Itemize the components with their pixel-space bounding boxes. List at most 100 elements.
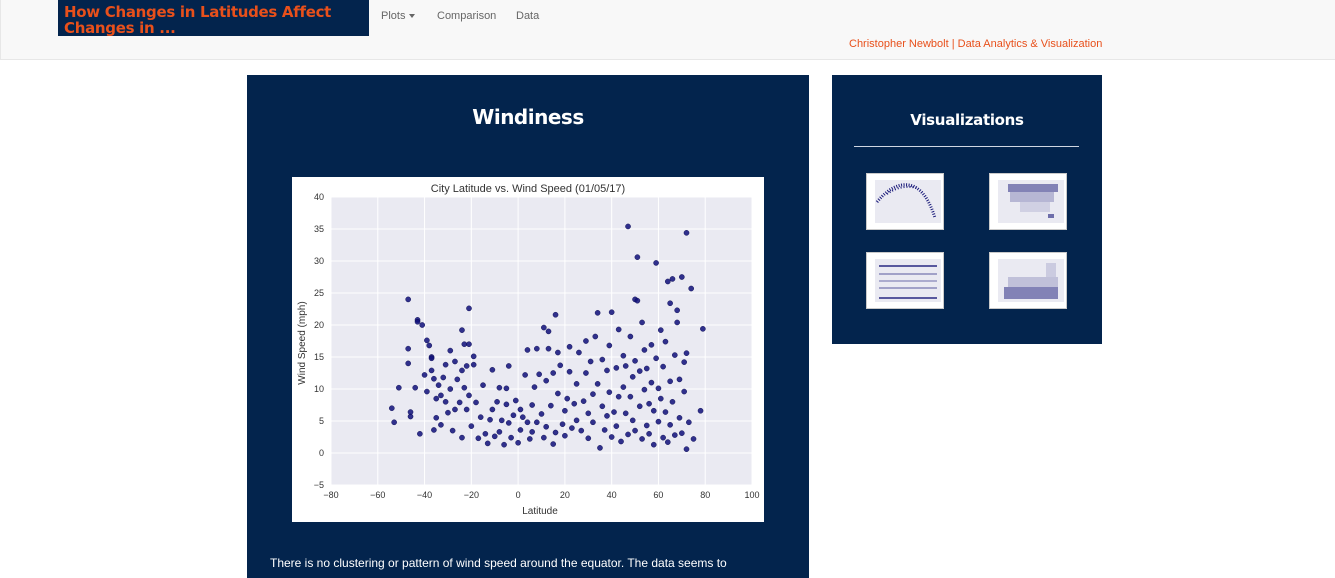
data-point [669, 398, 676, 405]
data-point [643, 422, 650, 429]
data-point [412, 384, 418, 391]
data-point [466, 341, 472, 347]
data-point [660, 363, 666, 370]
data-point [519, 414, 526, 420]
data-point [473, 399, 479, 406]
data-point [433, 395, 440, 402]
data-point [676, 414, 683, 421]
data-point [555, 349, 561, 356]
data-point [419, 322, 426, 328]
data-point [592, 333, 599, 340]
visualizations-panel: Visualizations [832, 75, 1102, 344]
data-point [447, 347, 454, 354]
data-point [531, 384, 538, 390]
brand-title[interactable]: How Changes in Latitudes Affect Changes … [58, 0, 369, 36]
nav-comparison[interactable]: Comparison [437, 10, 496, 22]
data-point [636, 403, 643, 410]
data-point [442, 361, 449, 368]
data-point [426, 342, 433, 349]
data-point [463, 406, 470, 413]
author-link[interactable]: Christopher Newbolt | Data Analytics & V… [849, 38, 1102, 50]
data-point [433, 414, 440, 421]
data-point [608, 434, 615, 440]
data-point [424, 388, 430, 395]
data-point [672, 432, 678, 438]
plot-area [331, 197, 752, 485]
data-point [571, 400, 578, 407]
data-point [405, 360, 411, 367]
data-point [456, 399, 463, 406]
data-point [573, 381, 580, 387]
data-point [466, 392, 472, 399]
thumbnail-cloudiness[interactable] [866, 252, 944, 309]
x-tick-label: 100 [744, 490, 759, 500]
data-point [503, 401, 510, 408]
data-point [667, 300, 673, 307]
data-point [566, 343, 573, 350]
data-point [496, 429, 503, 435]
data-point [655, 385, 662, 392]
data-point [667, 378, 673, 385]
data-point [545, 345, 552, 352]
data-point [613, 365, 620, 371]
x-tick-label: 80 [700, 490, 710, 500]
data-point [646, 400, 652, 407]
data-point [606, 389, 613, 395]
data-point [653, 260, 659, 266]
y-tick-label: 20 [314, 320, 324, 330]
data-point [414, 318, 421, 325]
data-point [559, 421, 566, 427]
data-point [681, 388, 687, 395]
data-point [564, 395, 571, 402]
nav-plots-dropdown[interactable]: Plots [381, 10, 416, 22]
data-point [683, 350, 690, 356]
data-point [522, 372, 528, 378]
data-point [679, 430, 685, 436]
data-point [585, 410, 592, 417]
data-point [622, 410, 629, 417]
data-point [424, 337, 430, 344]
data-point [629, 374, 636, 380]
data-point [585, 435, 592, 442]
data-point [667, 422, 673, 428]
data-point [681, 359, 687, 365]
divider [854, 146, 1079, 147]
data-point [594, 381, 601, 387]
data-point [615, 326, 622, 333]
nav-data[interactable]: Data [516, 10, 539, 22]
data-point [700, 326, 706, 332]
data-point [445, 409, 451, 416]
data-point [625, 431, 631, 438]
main-panel-title: Windiness [472, 105, 584, 129]
y-tick-label: 15 [314, 352, 324, 362]
data-point [431, 375, 437, 382]
data-point [548, 402, 554, 409]
data-point [615, 393, 622, 400]
data-point [452, 358, 458, 365]
data-point [686, 419, 692, 426]
data-point [489, 406, 496, 413]
data-point [664, 439, 671, 445]
data-point [428, 367, 435, 374]
x-tick-label: 40 [607, 490, 617, 500]
thumbnail-humidity[interactable] [989, 173, 1067, 230]
x-tick-label: −60 [370, 490, 385, 500]
data-point [674, 319, 680, 326]
data-point [541, 434, 547, 441]
data-point [576, 349, 582, 356]
thumbnail-max-temp[interactable] [866, 173, 944, 230]
data-point [569, 425, 575, 431]
data-point [463, 363, 470, 369]
thumbnail-wind-speed[interactable] [989, 252, 1067, 309]
data-point [657, 327, 664, 333]
data-point [629, 417, 636, 424]
data-point [597, 445, 603, 451]
y-tick-label: 5 [319, 416, 324, 426]
data-point [650, 441, 657, 448]
data-point [599, 403, 606, 410]
data-point [449, 427, 456, 434]
data-point [517, 406, 524, 413]
data-point [562, 407, 568, 414]
data-point [641, 347, 648, 353]
chart-title: City Latitude vs. Wind Speed (01/05/17) [431, 183, 625, 195]
